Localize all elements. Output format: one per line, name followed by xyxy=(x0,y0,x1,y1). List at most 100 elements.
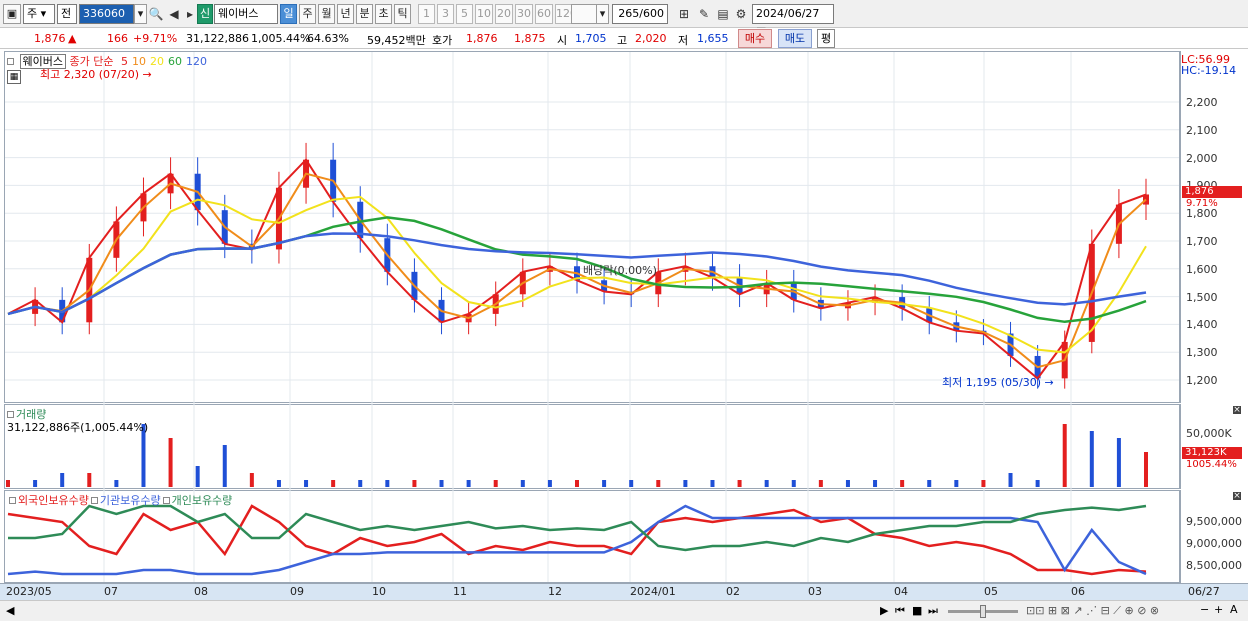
period-tab-2[interactable]: 월 xyxy=(318,4,335,24)
open-label: 시 xyxy=(557,34,568,47)
price-tick-label: 1,700 xyxy=(1186,235,1218,248)
period-tab-1[interactable]: 주 xyxy=(299,4,316,24)
date-axis-label: 10 xyxy=(372,585,386,598)
price-tick-label: 2,200 xyxy=(1186,96,1218,109)
volume-value-text: 31,122,886주(1,005.44%) xyxy=(7,421,149,434)
high-price: 2,020 xyxy=(635,32,667,45)
interval-button-60[interactable]: 60 xyxy=(535,4,553,24)
volume-chart-pane[interactable] xyxy=(4,404,1180,489)
period-tab-3[interactable]: 년 xyxy=(337,4,354,24)
bid-label: 호가 xyxy=(432,34,453,47)
current-price-tag: 1,876 xyxy=(1182,186,1242,198)
date-axis-label: 11 xyxy=(453,585,467,598)
zoom-icon[interactable]: ⊞ xyxy=(676,6,692,22)
ma-legend-20[interactable]: 20 xyxy=(150,55,164,68)
ma-legend-60[interactable]: 60 xyxy=(168,55,182,68)
date-axis: 2023/05 07 08 09 10 11 12 2024/01 02 03 04 05 06 06/2… xyxy=(0,583,1248,600)
date-input[interactable]: 2024/06/27 ▦ xyxy=(752,4,834,38)
price-tick-label: 2,100 xyxy=(1186,123,1218,137)
date-axis-label: 2024/01 xyxy=(630,585,676,598)
table-view-icon[interactable]: ▦ xyxy=(7,70,21,84)
sell-button[interactable]: 매도 xyxy=(778,29,812,48)
ma-legend-120[interactable]: 120 xyxy=(186,55,207,68)
holdings-legend-1: 기관보유수량 xyxy=(99,494,161,507)
interval-button-3[interactable]: 3 xyxy=(437,4,454,24)
quote-bar: 1,876 ▲ 166 +9.71% 31,122,886 1,005.44% … xyxy=(0,28,1248,49)
holdings-tick-label: 9,000,000 xyxy=(1186,537,1242,550)
low-price: 1,655 xyxy=(697,32,729,45)
change-arrow-icon: ▲ xyxy=(68,32,77,45)
toolbar: ▣ 주 ▾ 전 336060 ▾ 🔍 ◀ ▸ 신 웨이버스 일주월년분초틱 13… xyxy=(0,0,1248,38)
price-tick-label: 1,200 xyxy=(1186,374,1218,387)
interval-button-20[interactable]: 20 xyxy=(495,4,513,24)
period-tab-4[interactable]: 분 xyxy=(356,4,373,24)
date-axis-label: 09 xyxy=(290,585,304,598)
buy-button[interactable]: 매수 xyxy=(738,29,772,48)
holdings-tick-label: 8,500,000 xyxy=(1186,559,1242,572)
interval-button-30[interactable]: 30 xyxy=(515,4,533,24)
date-axis-label: 2023/05 xyxy=(6,585,52,598)
count-input[interactable]: 265/600 xyxy=(612,4,668,24)
price-tick-label: 1,500 xyxy=(1186,290,1218,304)
holdings-pane-close-icon[interactable]: × xyxy=(1233,492,1241,501)
volume-current-tag: 31,123K xyxy=(1182,447,1242,459)
first-page-icon[interactable]: ⏮ xyxy=(895,604,905,618)
holdings-legend-2: 개인보유수량 xyxy=(171,494,233,507)
holdings-legend-marker[interactable] xyxy=(9,497,16,504)
volume-tick: 50,000K xyxy=(1186,427,1232,440)
interval-button-1[interactable]: 1 xyxy=(418,4,435,24)
market-select[interactable]: 주 ▾ xyxy=(23,4,55,24)
volume-pane-close-icon[interactable]: × xyxy=(1233,406,1241,415)
open-price: 1,705 xyxy=(575,32,607,45)
price-tick-label: 1,800 xyxy=(1186,207,1218,221)
search-icon[interactable]: 🔍 xyxy=(148,6,164,22)
drawing-icon[interactable]: ✎ xyxy=(696,6,712,22)
code-dropdown-icon[interactable]: ▾ xyxy=(134,4,147,24)
credit-badge: 신 xyxy=(197,4,213,24)
bid-price: 1,875 xyxy=(514,32,546,45)
zoom-in-icon[interactable]: + xyxy=(1214,603,1223,616)
period-tab-0[interactable]: 일 xyxy=(280,4,297,24)
holdings-tick-label: 9,500,000 xyxy=(1186,515,1242,528)
high-label: 고 xyxy=(617,34,628,47)
save-icon[interactable]: ▤ xyxy=(715,6,731,22)
hc-label: HC:-19.14 xyxy=(1181,64,1237,77)
dividend-annotation: 배당락(0.00%) xyxy=(583,264,657,277)
pane-toggle-icon[interactable] xyxy=(7,58,14,65)
zoom-out-icon[interactable]: − xyxy=(1200,603,1209,616)
zoom-slider-handle[interactable] xyxy=(980,605,986,618)
volume-pct: 1,005.44% xyxy=(251,32,311,45)
eval-button[interactable]: 평 xyxy=(817,29,835,48)
current-pct-tag: 9.71% xyxy=(1186,198,1218,209)
chart-scroll-bar[interactable]: ◀ ▶ ⏮ ■ ⏭ ⊡⊡ ⊞ ⊠ ↗ ⋰ ⊟ ⟋ ⊕ ⊘ ⊗ − + A xyxy=(0,600,1248,621)
period-tab-6[interactable]: 틱 xyxy=(394,4,411,24)
ask-price: 1,876 xyxy=(466,32,498,45)
high-annotation: 최고 2,320 (07/20) → xyxy=(40,68,152,81)
stock-code-input[interactable]: 336060 xyxy=(79,4,134,24)
holdings-legend-marker[interactable] xyxy=(90,497,98,504)
tool-icons[interactable]: ⊡⊡ ⊞ ⊠ ↗ ⋰ ⊟ ⟋ ⊕ ⊘ ⊗ xyxy=(1026,604,1159,618)
date-axis-label: 02 xyxy=(726,585,740,598)
scroll-left-icon[interactable]: ◀ xyxy=(6,604,14,617)
holdings-legend: 외국인보유수량 기관보유수량 개인보유수량 xyxy=(7,492,232,508)
interval-dropdown-icon[interactable]: ▾ xyxy=(596,4,609,24)
favorite-icon[interactable]: ▸ xyxy=(182,6,198,22)
speaker-icon[interactable]: ◀ xyxy=(166,6,182,22)
holdings-legend-marker[interactable] xyxy=(162,497,170,504)
price-tick-label: 2,000 xyxy=(1186,151,1218,165)
last-page-icon[interactable]: ⏭ xyxy=(928,604,938,618)
date-axis-label: 07 xyxy=(104,585,118,598)
interval-button-5[interactable]: 5 xyxy=(456,4,473,24)
price-chart-pane[interactable] xyxy=(4,51,1180,403)
scroll-right-icon[interactable]: ▶ xyxy=(880,604,888,617)
stop-icon[interactable]: ■ xyxy=(912,604,922,617)
date-axis-label: 05 xyxy=(984,585,998,598)
auto-scale-icon[interactable]: A xyxy=(1230,603,1238,616)
settings-gear-icon[interactable]: ⚙ xyxy=(733,6,749,22)
window-menu-icon[interactable]: ▣ xyxy=(3,4,21,24)
date-axis-label: 06 xyxy=(1071,585,1085,598)
type-select[interactable]: 전 xyxy=(57,4,77,24)
period-tab-5[interactable]: 초 xyxy=(375,4,392,24)
interval-button-10[interactable]: 10 xyxy=(475,4,493,24)
volume-value: 31,122,886 xyxy=(186,32,249,45)
